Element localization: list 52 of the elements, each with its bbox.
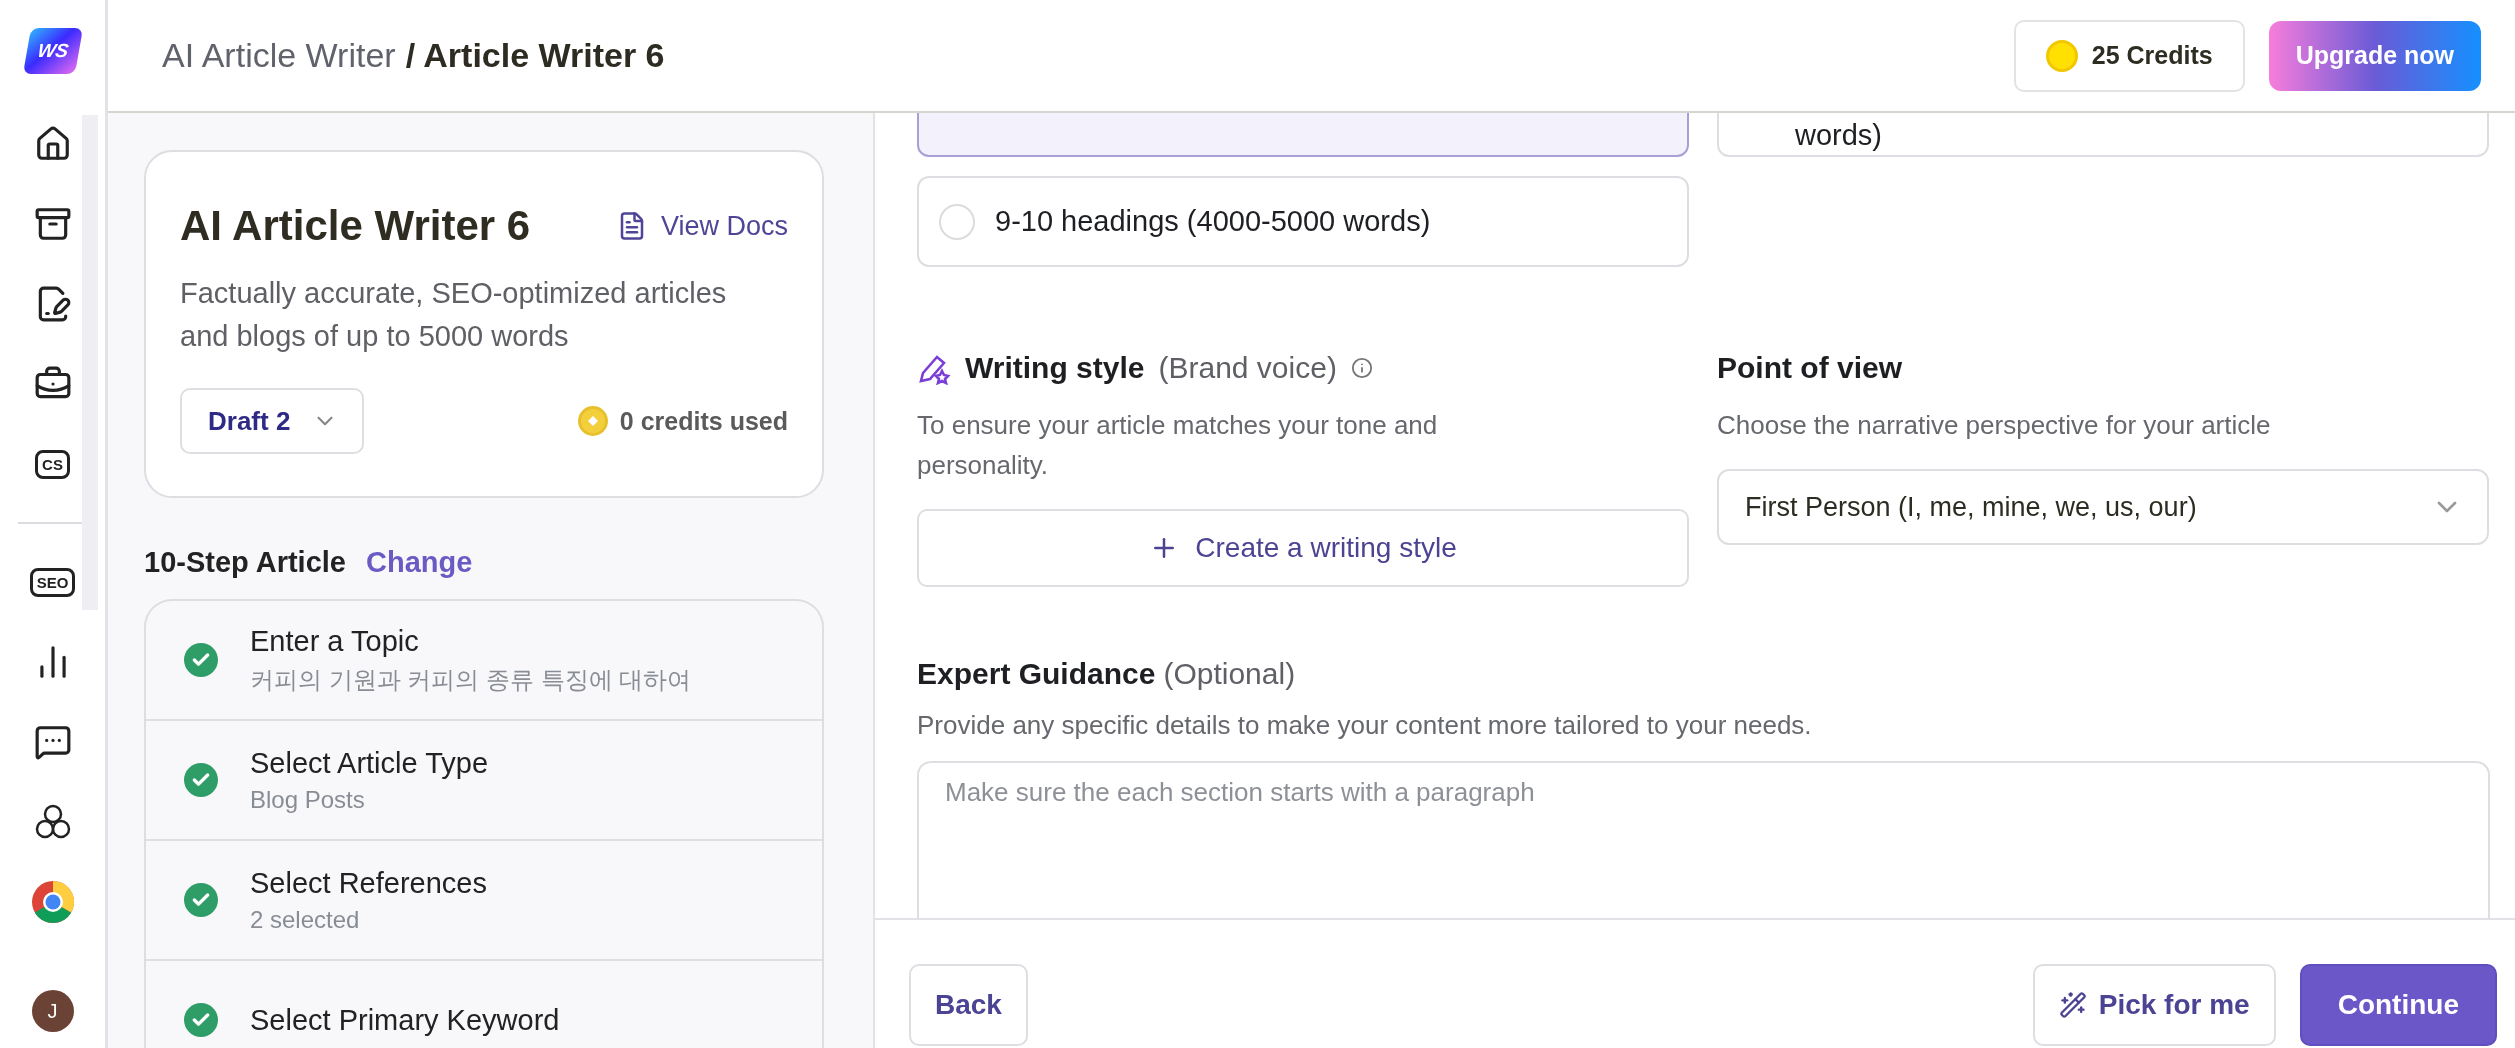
breadcrumb-current: / Article Writer 6 <box>405 36 665 74</box>
tool-title: AI Article Writer 6 <box>180 202 531 250</box>
credits-used: 0 credits used <box>619 406 788 436</box>
step-title: Enter a Topic <box>250 624 420 658</box>
app-logo[interactable]: WS <box>22 28 83 74</box>
section-note: (Brand voice) <box>1158 351 1337 385</box>
step-title: Select Primary Keyword <box>250 1003 560 1037</box>
scrollbar[interactable] <box>82 115 98 610</box>
continue-button[interactable]: Continue <box>2299 964 2497 1046</box>
change-link[interactable]: Change <box>366 546 473 579</box>
pick-for-me-button[interactable]: Pick for me <box>2032 964 2276 1046</box>
nav-button[interactable]: SEO <box>24 554 81 610</box>
guidance-field[interactable]: Make sure the each section starts with a paragraph <box>917 761 2490 918</box>
nav-button[interactable]: CS <box>24 436 81 492</box>
archive-icon <box>33 205 72 243</box>
section-title: Point of view <box>1717 351 1902 385</box>
tool-description: Factually accurate, SEO-optimized articles and blogs of up to 5000 words <box>180 276 728 354</box>
magic-wand-icon <box>2058 991 2087 1019</box>
steps-title: 10-Step Article <box>144 546 346 579</box>
section-description: Choose the narrative perspective for your article <box>1717 409 2272 442</box>
section-title: Writing style <box>965 351 1145 385</box>
section-note: (Optional) <box>1163 657 1296 691</box>
step-item[interactable]: Select References 2 selected <box>146 841 822 961</box>
option-label: words) <box>1795 119 1882 152</box>
credits-button[interactable]: 25 Credits <box>2013 19 2245 92</box>
length-option[interactable]: words) <box>1717 113 2489 157</box>
view-docs-link[interactable]: View Docs <box>616 210 788 242</box>
draft-dropdown[interactable]: Draft 2 <box>180 388 365 454</box>
breadcrumb-link[interactable]: AI Article Writer <box>162 36 396 74</box>
point-of-view-select[interactable]: First Person (I, me, mine, we, us, our) <box>1717 469 2489 545</box>
length-option[interactable]: 9-10 headings (4000-5000 words) <box>917 176 1689 267</box>
section-description: Provide any specific details to make your content more tailored to your needs. <box>917 709 1813 742</box>
step-subtitle: 2 selected <box>250 905 361 934</box>
info-icon[interactable] <box>1350 357 1373 379</box>
coin-icon <box>2045 39 2078 72</box>
step-item[interactable]: Enter a Topic 커피의 기원과 커피의 종류 특징에 대하여 <box>146 601 822 721</box>
step-item[interactable]: Select Primary Keyword <box>146 961 822 1048</box>
section-title: Expert Guidance <box>917 657 1156 691</box>
radio-button[interactable] <box>939 203 975 240</box>
step-subtitle: Blog Posts <box>250 785 366 814</box>
section-description: To ensure your article matches your tone and personality. <box>917 409 1439 482</box>
step-title: Select References <box>250 866 487 900</box>
step-subtitle: 커피의 기원과 커피의 종류 특징에 대하여 <box>250 664 692 695</box>
option-label: 9-10 headings (4000-5000 words) <box>995 205 1431 238</box>
user-avatar[interactable]: J <box>31 990 74 1032</box>
back-button[interactable]: Back <box>909 964 1028 1046</box>
upgrade-button[interactable]: Upgrade now <box>2268 20 2481 91</box>
create-writing-style-button[interactable]: Create a writing style <box>917 509 1689 587</box>
chrome-icon <box>30 880 75 924</box>
step-title: Select Article Type <box>250 746 489 780</box>
step-item[interactable]: Select Article Type Blog Posts <box>146 721 822 841</box>
coin-icon <box>577 406 608 436</box>
